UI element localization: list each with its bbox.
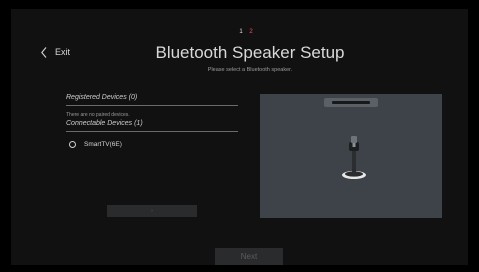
step-2: 2 xyxy=(249,29,253,35)
soundbar-icon xyxy=(324,98,378,107)
setup-illustration xyxy=(260,94,442,218)
next-button[interactable]: Next xyxy=(215,248,283,265)
no-paired-devices-note: There are no paired devices. xyxy=(66,112,130,118)
chevron-left-icon xyxy=(41,46,47,58)
connectable-devices-heading: Connectable Devices (1) xyxy=(66,120,143,127)
speaker-icon xyxy=(342,136,366,179)
registered-devices-heading: Registered Devices (0) xyxy=(66,94,138,101)
device-label: SmartTV(6E) xyxy=(84,141,122,148)
page-title: Bluetooth Speaker Setup xyxy=(155,43,345,62)
secondary-button[interactable]: › xyxy=(107,205,197,217)
radio-unchecked-icon[interactable] xyxy=(69,141,76,148)
divider xyxy=(66,131,238,132)
exit-button[interactable]: Exit xyxy=(41,45,70,59)
step-indicator: 12 xyxy=(236,29,256,35)
step-1: 1 xyxy=(239,29,243,35)
page-subtitle: Please select a Bluetooth speaker. xyxy=(207,67,293,73)
divider xyxy=(66,105,238,106)
exit-label: Exit xyxy=(55,47,71,57)
device-option-smarttv[interactable]: SmartTV(6E) xyxy=(69,141,122,148)
